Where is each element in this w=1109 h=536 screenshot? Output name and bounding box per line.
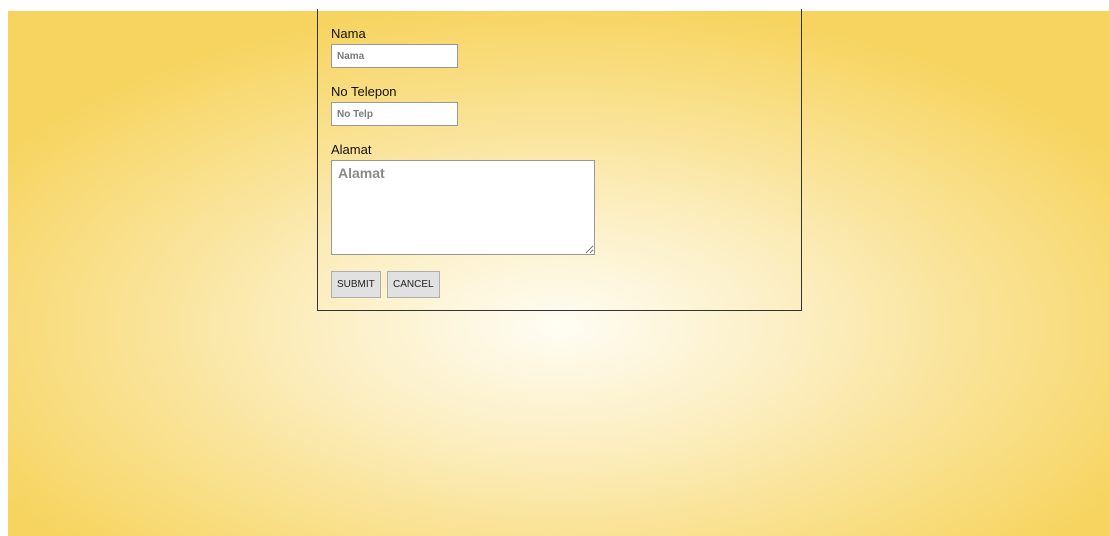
alamat-textarea[interactable] bbox=[331, 160, 595, 255]
alamat-label: Alamat bbox=[331, 142, 372, 157]
telepon-label: No Telepon bbox=[331, 84, 397, 99]
telepon-input[interactable] bbox=[331, 102, 458, 126]
submit-button[interactable]: SUBMIT bbox=[331, 271, 381, 298]
nama-input[interactable] bbox=[331, 44, 458, 68]
cancel-button[interactable]: CANCEL bbox=[387, 271, 440, 298]
page-background: Nama No Telepon Alamat SUBMIT CANCEL bbox=[8, 9, 1109, 536]
nama-label: Nama bbox=[331, 26, 366, 41]
contact-form: Nama No Telepon Alamat SUBMIT CANCEL bbox=[317, 9, 802, 311]
